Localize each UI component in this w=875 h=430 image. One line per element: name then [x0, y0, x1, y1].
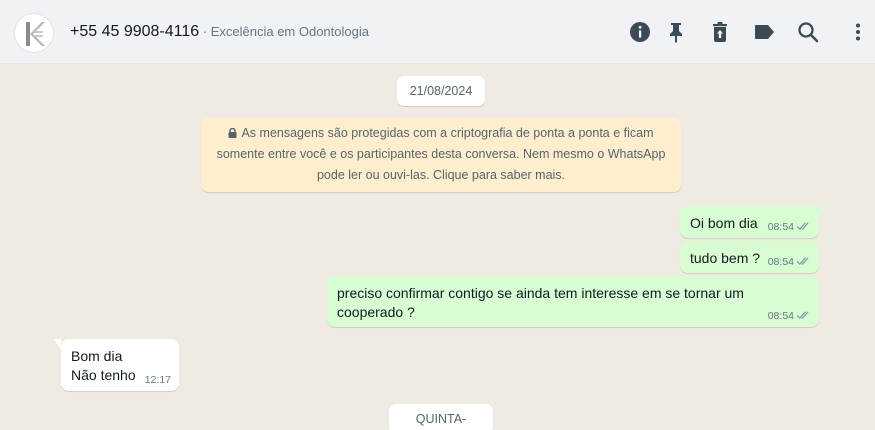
message-text: tudo bem ? [690, 250, 761, 266]
label-icon[interactable] [753, 21, 775, 43]
bubble-tail [53, 339, 61, 349]
message-line: Não tenho [71, 367, 136, 383]
date-chip: 21/08/2024 [397, 76, 485, 106]
double-check-icon [796, 311, 809, 320]
message-line: preciso confirmar contigo se ainda tem i… [337, 285, 744, 301]
menu-icon[interactable] [847, 21, 869, 43]
message-bubble-incoming[interactable]: Bom dia Não tenho 12:17 [53, 339, 179, 391]
message-meta: 08:54 [768, 256, 811, 268]
contact-avatar[interactable] [14, 13, 54, 53]
message-time: 12:17 [144, 374, 171, 386]
chat-header: +55 45 9908-4116 · Excelência em Odontol… [0, 0, 875, 64]
bubble-tail [819, 206, 827, 216]
lock-icon [228, 128, 237, 138]
message-time: 08:54 [767, 310, 794, 322]
message-line: Bom dia [71, 348, 123, 364]
message-text: preciso confirmar contigo se ainda tem i… [337, 284, 744, 322]
message-bubble-outgoing[interactable]: tudo bem ? 08:54 [680, 241, 819, 273]
message-time: 08:54 [767, 256, 794, 268]
message-text: Oi bom dia [690, 215, 758, 231]
info-icon[interactable] [629, 21, 651, 43]
message-line: cooperado ? [337, 304, 415, 320]
encryption-notice-text: As mensagens são protegidas com a cripto… [216, 126, 666, 182]
contact-subtitle: · Excelência em Odontologia [199, 24, 369, 39]
contact-title[interactable]: +55 45 9908-4116 · Excelência em Odontol… [70, 23, 369, 41]
message-text: Bom dia Não tenho [71, 347, 136, 385]
message-bubble-outgoing[interactable]: Oi bom dia 08:54 [680, 206, 827, 238]
logo-icon [26, 22, 45, 46]
double-check-icon [796, 222, 809, 231]
contact-name: +55 45 9908-4116 [70, 23, 200, 40]
date-chip: QUINTA-FEIRA [389, 404, 493, 430]
message-time: 08:54 [767, 221, 794, 233]
search-icon[interactable] [797, 21, 819, 43]
message-meta: 08:54 [768, 221, 811, 233]
message-meta: 08:54 [768, 310, 811, 322]
trash-icon[interactable] [709, 21, 731, 43]
double-check-icon [796, 257, 809, 266]
encryption-notice[interactable]: As mensagens são protegidas com a cripto… [201, 118, 681, 192]
message-bubble-outgoing[interactable]: preciso confirmar contigo se ainda tem i… [327, 276, 819, 327]
pin-icon[interactable] [665, 21, 687, 43]
